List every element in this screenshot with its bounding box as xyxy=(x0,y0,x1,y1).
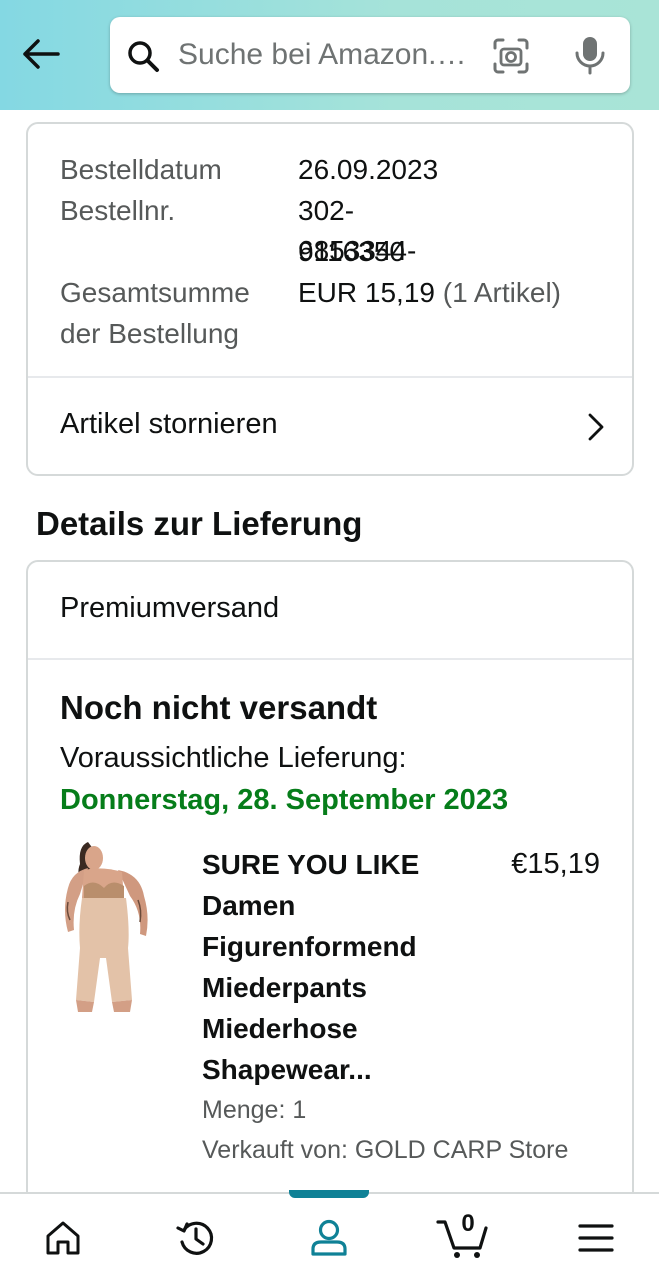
order-total-label-cont: der Bestellung xyxy=(60,318,240,349)
order-summary-card: Bestelldatum 26.09.2023 Bestellnr. 302-6… xyxy=(26,122,634,476)
order-total-value: EUR 15,19 xyxy=(298,277,435,308)
product-title-line: Miederpants xyxy=(202,972,367,1003)
history-icon xyxy=(176,1221,214,1255)
expected-delivery-date: Donnerstag, 28. September 2023 xyxy=(60,784,509,816)
chevron-right-icon xyxy=(588,413,604,441)
active-tab-indicator xyxy=(289,1190,369,1198)
nav-home[interactable] xyxy=(33,1208,93,1268)
back-button[interactable] xyxy=(20,33,62,75)
order-total-value-wrap: EUR 15,19 (1 Artikel) xyxy=(298,273,561,313)
product-title-line: Miederhose xyxy=(202,1013,358,1044)
product-price: €15,19 xyxy=(511,848,600,880)
product-title-line: Shapewear... xyxy=(202,1054,372,1085)
cart-count-badge: 0 xyxy=(461,1210,475,1237)
order-number-label: Bestellnr. xyxy=(60,195,176,226)
order-total-label: Gesamtsumme xyxy=(60,277,250,308)
menu-icon xyxy=(578,1224,614,1252)
delivery-details-heading: Details zur Lieferung xyxy=(36,505,363,542)
nav-account[interactable] xyxy=(299,1208,359,1268)
top-header: Suche bei Amazon.de xyxy=(0,0,659,110)
nav-cart[interactable]: 0 xyxy=(432,1208,492,1268)
product-title-line: Figurenformend xyxy=(202,931,417,962)
cancel-items-button[interactable]: Artikel stornieren xyxy=(28,378,632,474)
product-seller: Verkauft von: GOLD CARP Store xyxy=(202,1136,569,1164)
order-number-value-cont: 9116350 xyxy=(298,236,405,267)
order-item-count: (1 Artikel) xyxy=(442,277,561,308)
microphone-icon[interactable] xyxy=(572,35,608,75)
delivery-card: Premiumversand Noch nicht versandt Vorau… xyxy=(26,560,634,1260)
shipping-method: Premiumversand xyxy=(60,592,280,624)
product-quantity: Menge: 1 xyxy=(202,1096,307,1124)
search-icon xyxy=(128,41,159,72)
cancel-items-label: Artikel stornieren xyxy=(60,408,278,440)
order-date-row: Bestelldatum 26.09.2023 xyxy=(60,150,438,190)
nav-history[interactable] xyxy=(166,1208,226,1268)
product-image[interactable] xyxy=(58,840,168,1012)
product-title-line: Damen xyxy=(202,890,296,921)
product-title-link[interactable]: SURE YOU LIKE Damen Figurenformend Miede… xyxy=(202,844,472,1090)
bottom-navigation: 0 xyxy=(0,1190,659,1280)
expected-delivery-label: Voraussichtliche Lieferung: xyxy=(60,742,407,774)
order-number-row: Bestellnr. 302-6853344- xyxy=(60,191,416,266)
divider xyxy=(28,658,632,660)
account-icon xyxy=(311,1219,347,1256)
camera-scan-icon[interactable] xyxy=(492,37,530,75)
order-total-row: Gesamtsumme EUR 15,19 (1 Artikel) xyxy=(60,273,620,313)
shipment-status: Noch nicht versandt xyxy=(60,689,378,726)
order-total-row-2: der Bestellung xyxy=(60,314,239,354)
home-icon xyxy=(46,1221,80,1255)
search-input[interactable]: Suche bei Amazon.de xyxy=(178,35,468,75)
order-date-label: Bestelldatum xyxy=(60,154,222,185)
search-bar[interactable]: Suche bei Amazon.de xyxy=(110,17,630,93)
arrow-left-icon xyxy=(23,39,60,69)
product-title-line: SURE YOU LIKE xyxy=(202,849,420,880)
order-date-value: 26.09.2023 xyxy=(298,154,439,185)
nav-menu[interactable] xyxy=(566,1208,626,1268)
